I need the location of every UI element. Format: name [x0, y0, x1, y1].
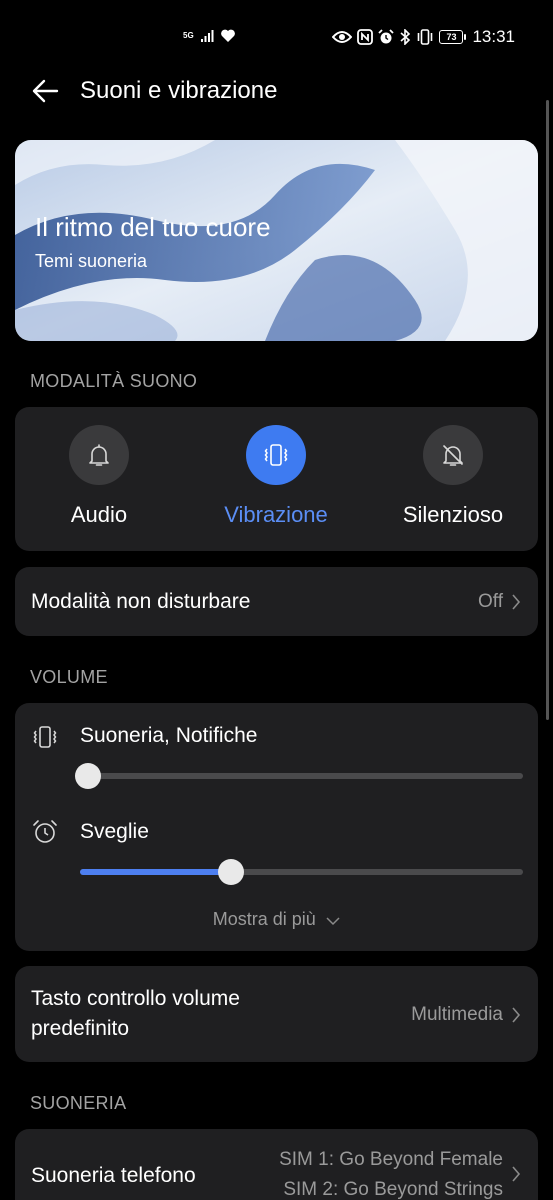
chevron-right-icon	[512, 594, 521, 610]
banner-subtitle: Temi suoneria	[35, 251, 148, 271]
chevron-right-icon	[512, 1166, 521, 1182]
volume-key-value: Multimedia	[411, 1004, 503, 1025]
sound-mode-section-label: MODALITÀ SUONO	[30, 371, 198, 391]
eye-icon	[332, 31, 353, 43]
show-more-button[interactable]: Mostra di più	[15, 909, 538, 930]
ringtone-theme-banner[interactable]: Il ritmo del tuo cuore Temi suoneria	[15, 140, 538, 341]
chevron-right-icon	[512, 1007, 521, 1023]
mode-silent-button[interactable]	[423, 425, 483, 485]
ringer-volume-slider[interactable]	[75, 763, 523, 789]
vibrate-icon	[418, 29, 433, 45]
page-title: Suoni e vibrazione	[80, 77, 278, 104]
back-arrow-icon[interactable]	[30, 76, 60, 106]
network-type-label: 5G	[183, 30, 194, 40]
ringtone-label: Suoneria telefono	[31, 1164, 196, 1187]
volume-key-label-line1: Tasto controllo volume	[31, 987, 240, 1010]
battery-icon: 73	[439, 30, 467, 44]
mode-vibration-label: Vibrazione	[224, 502, 328, 527]
mode-audio-label: Audio	[70, 502, 128, 527]
heart-icon	[220, 29, 235, 42]
ringtone-sim2-value: SIM 2: Go Beyond Strings	[283, 1179, 503, 1200]
chevron-down-icon	[326, 917, 340, 925]
alarm-volume-fill	[80, 869, 231, 875]
status-right: 73 13:31	[332, 27, 515, 47]
ringer-volume-thumb[interactable]	[75, 763, 101, 789]
alarm-volume-label: Sveglie	[80, 820, 149, 843]
mode-vibration-button[interactable]	[246, 425, 306, 485]
bluetooth-icon	[400, 29, 411, 45]
ringtone-row[interactable]: Suoneria telefono SIM 1: Go Beyond Femal…	[15, 1129, 538, 1200]
status-bar: 5G 73 13:31	[0, 0, 553, 76]
alarm-volume-slider[interactable]	[80, 859, 523, 885]
battery-level: 73	[446, 32, 457, 42]
ringtone-sim1-value: SIM 1: Go Beyond Female	[279, 1149, 503, 1170]
volume-key-row[interactable]: Tasto controllo volume predefinito Multi…	[15, 966, 538, 1062]
signal-icon	[200, 29, 214, 42]
clock: 13:31	[472, 27, 515, 46]
banner-title: Il ritmo del tuo cuore	[35, 212, 271, 242]
alarm-volume-thumb[interactable]	[217, 859, 244, 885]
mode-audio[interactable]: Audio	[19, 407, 179, 528]
alarm-clock-icon	[33, 820, 57, 843]
scrollbar[interactable]	[546, 100, 549, 720]
vibrate-icon	[33, 726, 57, 748]
app-bar: Suoni e vibrazione	[0, 68, 553, 114]
mode-audio-button[interactable]	[69, 425, 129, 485]
ringtone-section-label: SUONERIA	[30, 1093, 127, 1113]
sound-mode-card: Audio Vibrazione Silenzioso	[15, 407, 538, 551]
bell-off-icon	[443, 445, 463, 466]
volume-key-label-line2: predefinito	[31, 1017, 130, 1040]
dnd-row[interactable]: Modalità non disturbare Off	[15, 567, 538, 636]
mode-silent-label: Silenzioso	[402, 502, 504, 527]
ringer-volume-label: Suoneria, Notifiche	[80, 724, 258, 747]
dnd-value: Off	[478, 591, 503, 612]
vibrate-icon	[264, 444, 288, 466]
dnd-label: Modalità non disturbare	[31, 590, 251, 613]
status-left: 5G	[183, 28, 236, 43]
mode-vibration[interactable]: Vibrazione	[196, 407, 356, 528]
volume-section-label: VOLUME	[30, 667, 108, 687]
volume-card: Suoneria, Notifiche Sveglie Mostra di pi…	[15, 703, 538, 951]
bell-icon	[89, 444, 109, 466]
nfc-icon	[357, 29, 374, 45]
alarm-icon	[378, 29, 395, 44]
show-more-label: Mostra di più	[212, 909, 316, 929]
mode-silent[interactable]: Silenzioso	[373, 407, 533, 528]
